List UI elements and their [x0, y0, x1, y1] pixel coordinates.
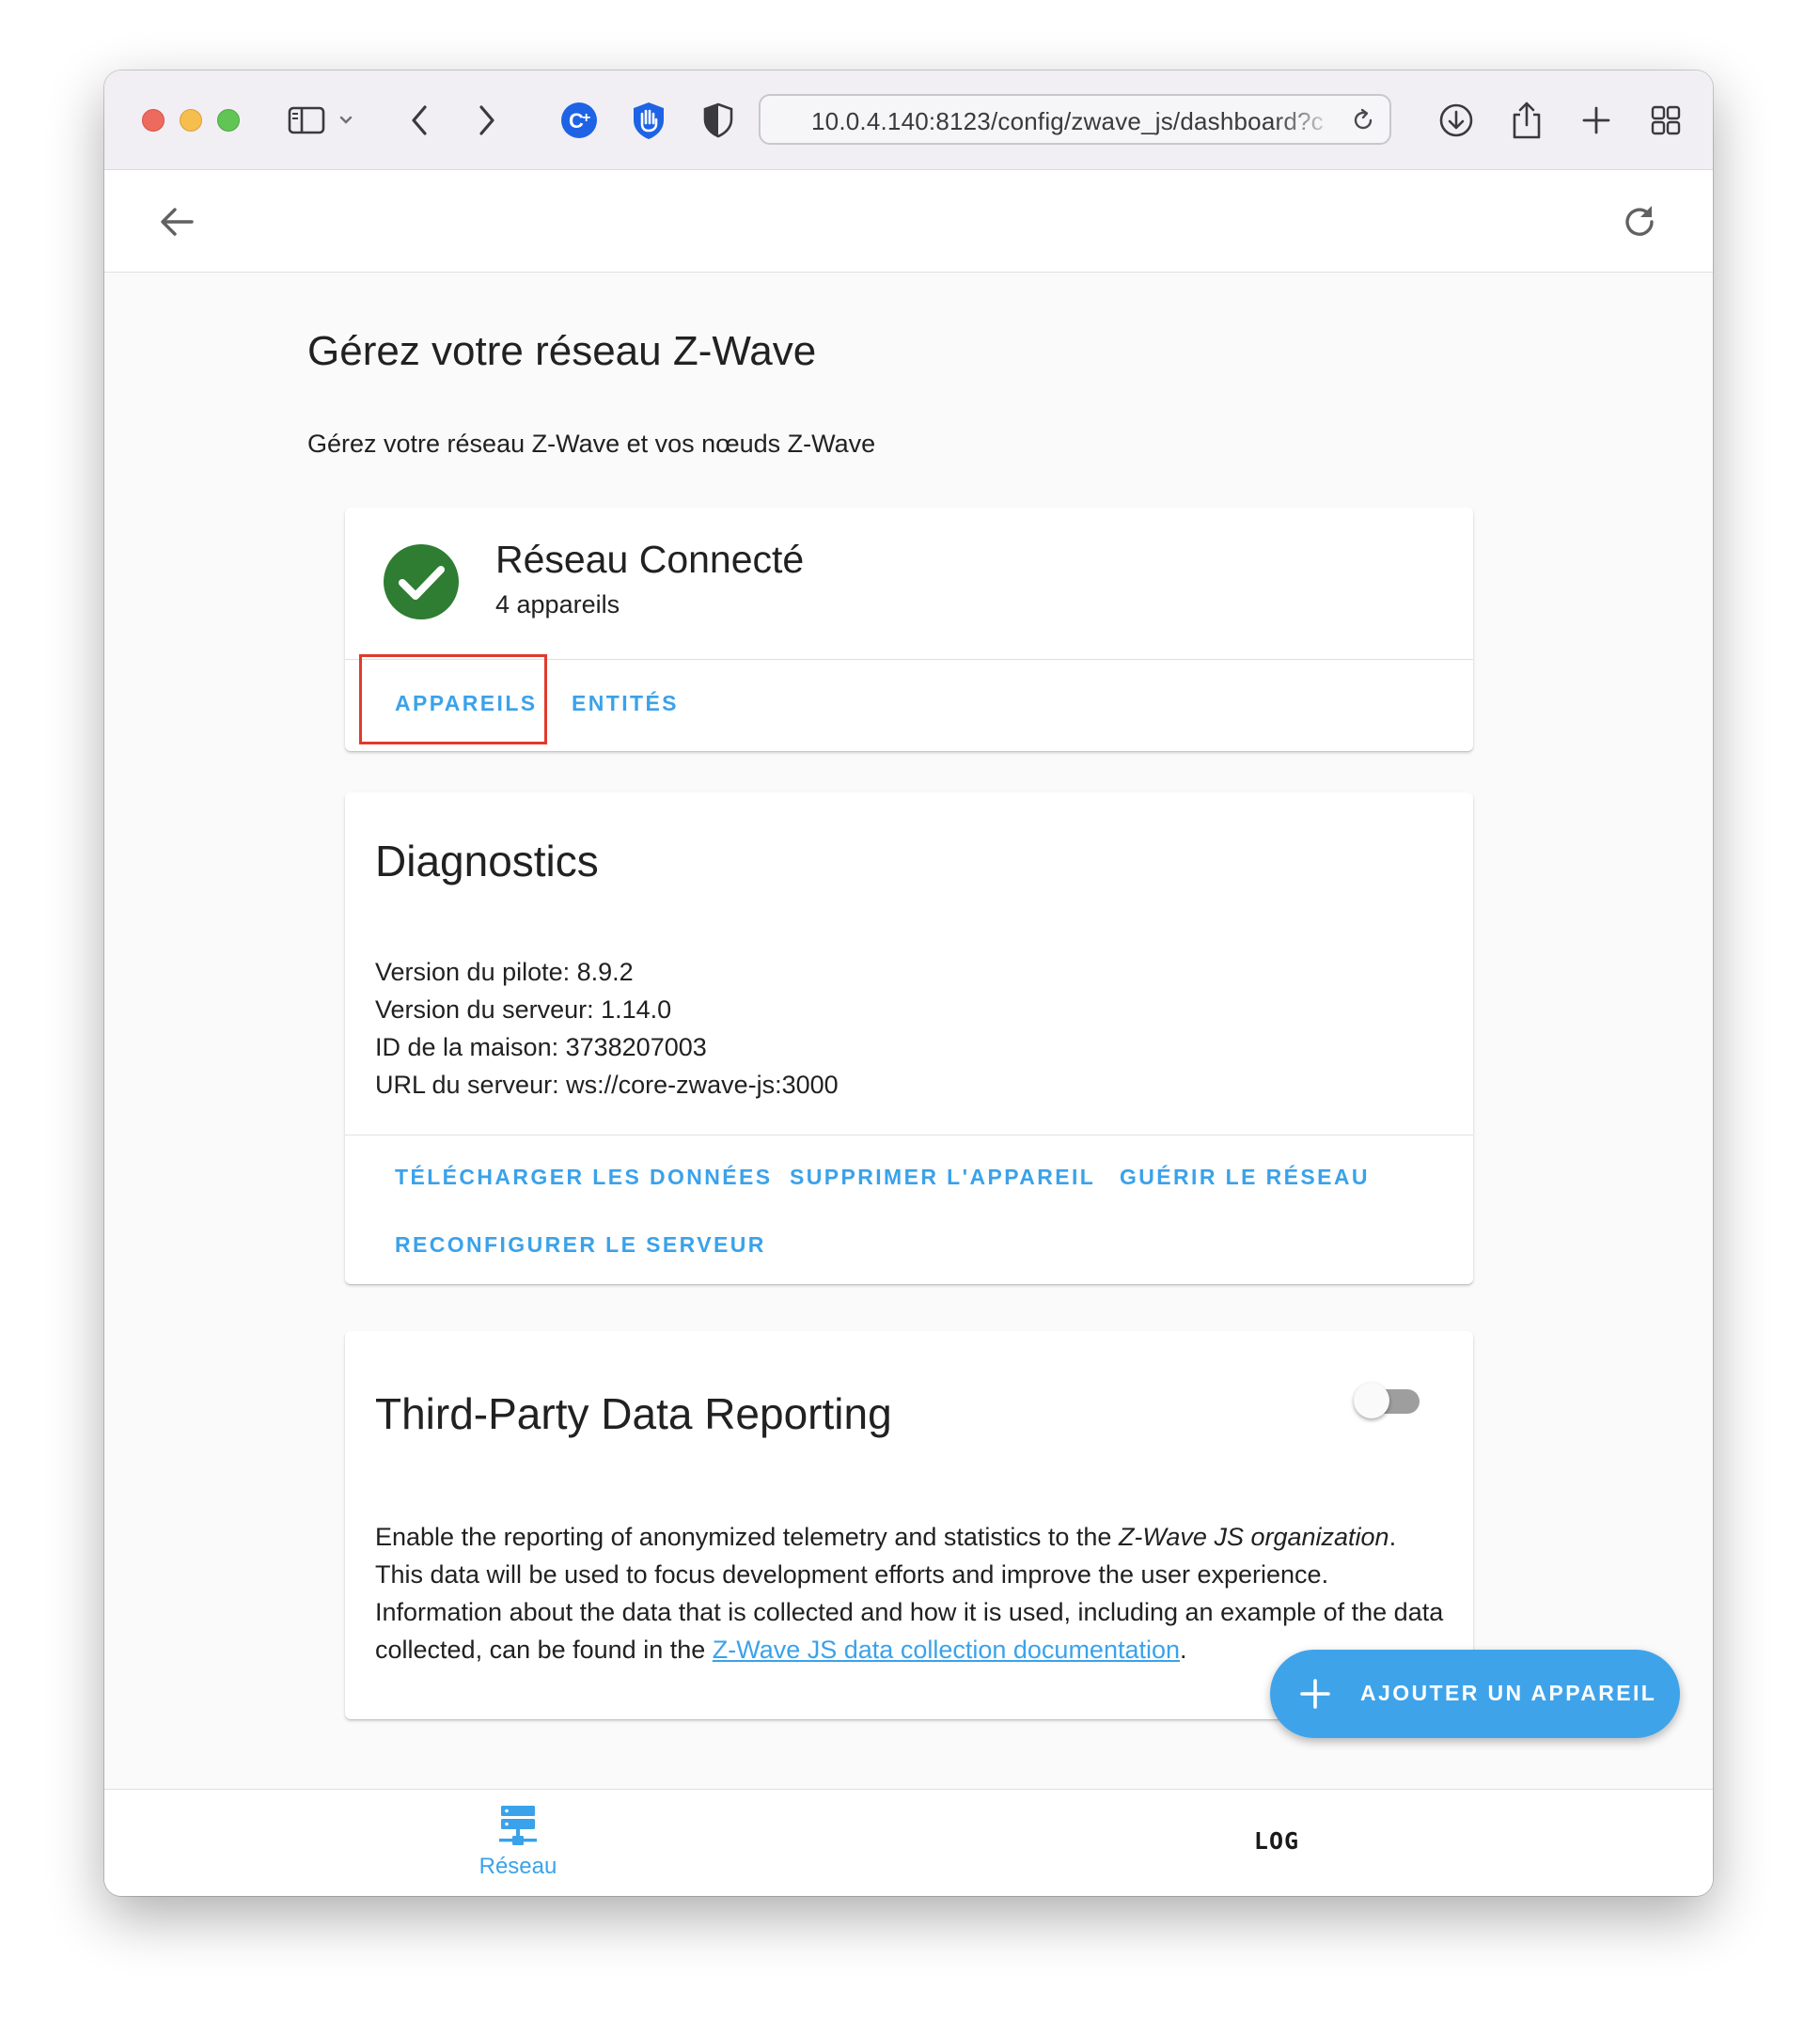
- url-text: 10.0.4.140:8123/config/zwave_js/dashboar…: [811, 107, 1324, 135]
- third-party-title: Third-Party Data Reporting: [375, 1389, 892, 1438]
- add-device-label: AJOUTER UN APPAREIL: [1360, 1681, 1657, 1705]
- downloads-icon[interactable]: [1433, 97, 1480, 144]
- chevron-down-icon[interactable]: [332, 97, 360, 144]
- minimize-window-button[interactable]: [180, 109, 202, 132]
- device-count: 4 appareils: [495, 590, 620, 619]
- browser-toolbar: C + 10.0.4.140:8123/config/zwave_js/dashb…: [104, 70, 1713, 170]
- server-network-icon: [499, 1805, 537, 1846]
- driver-version: Version du pilote: 8.9.2: [375, 958, 634, 986]
- tab-overview-icon[interactable]: [1642, 97, 1689, 144]
- browser-window: C + 10.0.4.140:8123/config/zwave_js/dashb…: [104, 70, 1713, 1896]
- diagnostics-info: Version du pilote: 8.9.2 Version du serv…: [375, 953, 839, 1104]
- data-collection-doc-link[interactable]: Z-Wave JS data collection documentation: [713, 1636, 1180, 1664]
- third-party-description: Enable the reporting of anonymized telem…: [375, 1518, 1447, 1668]
- heal-network-button[interactable]: GUÉRIR LE RÉSEAU: [1120, 1165, 1370, 1190]
- description-part-3: .: [1180, 1636, 1187, 1664]
- share-icon[interactable]: [1503, 97, 1550, 144]
- close-window-button[interactable]: [142, 109, 165, 132]
- zoom-window-button[interactable]: [217, 109, 240, 132]
- network-status-title: Réseau Connecté: [495, 538, 805, 581]
- server-url: URL du serveur: ws://core-zwave-js:3000: [375, 1071, 839, 1099]
- forward-nav-icon[interactable]: [463, 97, 510, 144]
- sidebar-toggle-icon[interactable]: [283, 97, 330, 144]
- diagnostics-title: Diagnostics: [375, 837, 599, 885]
- extension-cplus-icon[interactable]: C +: [556, 97, 603, 144]
- entities-button[interactable]: ENTITÉS: [572, 691, 679, 716]
- remove-device-button[interactable]: SUPPRIMER L'APPAREIL: [790, 1165, 1095, 1190]
- svg-text:+: +: [582, 110, 590, 126]
- back-nav-icon[interactable]: [396, 97, 443, 144]
- new-tab-plus-icon[interactable]: [1573, 97, 1620, 144]
- toggle-thumb: [1354, 1383, 1389, 1418]
- tab-reseau-label: Réseau: [479, 1854, 557, 1879]
- devices-button[interactable]: APPAREILS: [395, 691, 538, 716]
- plus-icon: [1298, 1677, 1332, 1711]
- network-card-actions: APPAREILS ENTITÉS: [345, 659, 1473, 752]
- diagnostics-actions: TÉLÉCHARGER LES DONNÉES SUPPRIMER L'APPA…: [345, 1135, 1473, 1285]
- back-arrow-icon[interactable]: [156, 201, 197, 243]
- telemetry-toggle[interactable]: [1354, 1380, 1423, 1419]
- bottom-nav: Réseau LOG: [104, 1789, 1713, 1896]
- add-device-button[interactable]: AJOUTER UN APPAREIL: [1270, 1650, 1680, 1738]
- refresh-icon[interactable]: [1619, 201, 1660, 243]
- app-header: [104, 170, 1713, 273]
- page-title: Gérez votre réseau Z-Wave: [307, 328, 817, 374]
- extension-hand-icon[interactable]: [625, 97, 672, 144]
- tab-reseau[interactable]: Réseau: [415, 1790, 621, 1896]
- diagnostics-card: Diagnostics Version du pilote: 8.9.2 Ver…: [345, 792, 1473, 1284]
- address-bar[interactable]: 10.0.4.140:8123/config/zwave_js/dashboar…: [759, 94, 1391, 145]
- tab-log-label: LOG: [1253, 1827, 1300, 1855]
- reconfigure-server-button[interactable]: RECONFIGURER LE SERVEUR: [395, 1232, 766, 1258]
- description-part-1: Enable the reporting of anonymized telem…: [375, 1523, 1119, 1551]
- page-subtitle: Gérez votre réseau Z-Wave et vos nœuds Z…: [307, 430, 876, 458]
- description-org: Z-Wave JS organization: [1118, 1523, 1389, 1551]
- download-data-button[interactable]: TÉLÉCHARGER LES DONNÉES: [395, 1165, 773, 1190]
- check-circle-icon: [383, 543, 460, 620]
- network-status-card: Réseau Connecté 4 appareils APPAREILS EN…: [345, 508, 1473, 751]
- reload-page-icon[interactable]: [1350, 107, 1376, 138]
- tab-log[interactable]: LOG: [1183, 1790, 1371, 1896]
- server-version: Version du serveur: 1.14.0: [375, 995, 672, 1024]
- home-id: ID de la maison: 3738207003: [375, 1033, 707, 1061]
- privacy-shield-icon[interactable]: [695, 97, 742, 144]
